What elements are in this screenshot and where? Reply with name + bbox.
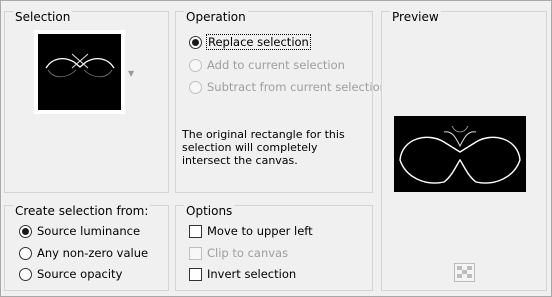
selection-group-title: Selection <box>13 10 73 24</box>
radio-any-non-zero-button[interactable] <box>19 246 32 260</box>
thumbnail-shape-icon <box>45 53 115 78</box>
checkbox-invert-selection-label[interactable]: Invert selection <box>207 267 296 281</box>
radio-any-non-zero[interactable]: Any non-zero value <box>19 244 148 262</box>
create-selection-group-title: Create selection from: <box>13 204 151 218</box>
radio-replace-selection-button[interactable] <box>189 35 202 49</box>
radio-replace-selection[interactable]: Replace selection <box>189 33 311 51</box>
preview-canvas <box>394 116 526 192</box>
operation-description: The original rectangle for this selectio… <box>182 128 345 167</box>
radio-subtract-from-current[interactable]: Subtract from current selection <box>189 78 387 96</box>
checkbox-invert-selection[interactable]: Invert selection <box>189 265 296 283</box>
preview-group-title: Preview <box>390 10 441 24</box>
radio-add-to-current-label[interactable]: Add to current selection <box>207 58 345 72</box>
operation-group-title: Operation <box>184 10 248 24</box>
selection-thumbnail[interactable] <box>38 34 121 110</box>
checkbox-move-to-upper-left-label[interactable]: Move to upper left <box>207 224 313 238</box>
radio-any-non-zero-label[interactable]: Any non-zero value <box>37 246 148 260</box>
checkbox-invert-selection-box[interactable] <box>189 267 202 281</box>
radio-source-luminance[interactable]: Source luminance <box>19 222 140 240</box>
radio-source-luminance-label[interactable]: Source luminance <box>37 224 140 238</box>
chevron-down-icon[interactable]: ▼ <box>128 69 134 78</box>
radio-source-luminance-button[interactable] <box>19 224 32 238</box>
radio-source-opacity[interactable]: Source opacity <box>19 265 122 283</box>
radio-add-to-current-button[interactable] <box>189 58 202 72</box>
preview-shape-icon <box>399 125 521 184</box>
radio-source-opacity-button[interactable] <box>19 267 32 281</box>
radio-add-to-current[interactable]: Add to current selection <box>189 56 345 74</box>
radio-replace-selection-label[interactable]: Replace selection <box>206 34 311 50</box>
radio-subtract-from-current-label[interactable]: Subtract from current selection <box>207 80 387 94</box>
options-group-title: Options <box>184 204 235 218</box>
checkbox-clip-to-canvas-box[interactable] <box>189 246 202 260</box>
checkbox-clip-to-canvas-label[interactable]: Clip to canvas <box>207 246 288 260</box>
checkbox-move-to-upper-left[interactable]: Move to upper left <box>189 222 313 240</box>
checkbox-move-to-upper-left-box[interactable] <box>189 224 202 238</box>
checkerboard-icon[interactable] <box>454 263 475 282</box>
radio-subtract-from-current-button[interactable] <box>189 80 202 94</box>
radio-source-opacity-label[interactable]: Source opacity <box>37 267 122 281</box>
checkbox-clip-to-canvas[interactable]: Clip to canvas <box>189 244 288 262</box>
